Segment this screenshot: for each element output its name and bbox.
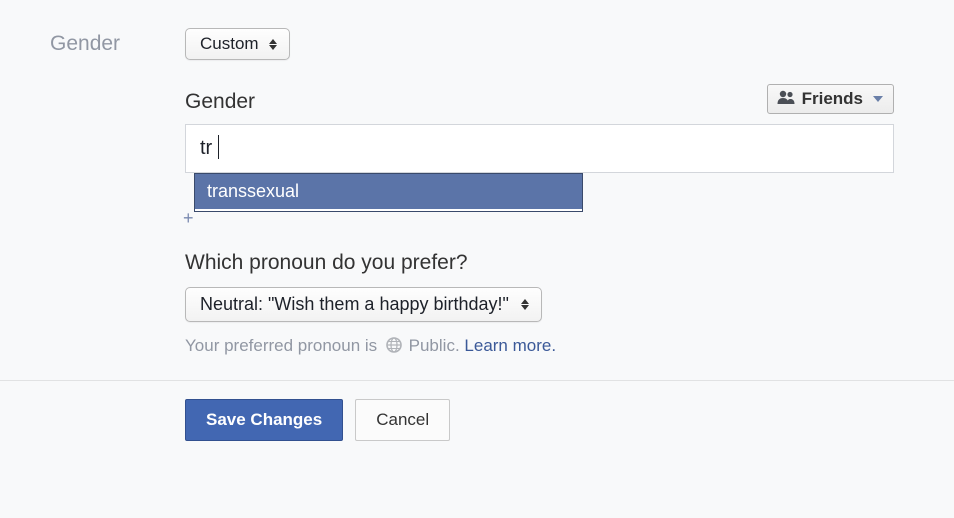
text-cursor (218, 135, 219, 159)
gender-field-label: Gender (185, 90, 255, 114)
pronoun-note-prefix: Your preferred pronoun is (185, 336, 377, 355)
pronoun-question: Which pronoun do you prefer? (185, 251, 924, 275)
plus-icon: + (183, 208, 194, 229)
learn-more-link[interactable]: Learn more. (464, 336, 556, 355)
autocomplete-dropdown: transsexual (194, 173, 583, 212)
privacy-label: Friends (802, 89, 863, 109)
gender-top-select-value: Custom (200, 34, 259, 54)
dropdown-triangle-icon (873, 96, 883, 102)
pronoun-note: Your preferred pronoun is Public. Learn … (185, 336, 924, 358)
pronoun-note-public: Public. (409, 336, 460, 355)
save-button[interactable]: Save Changes (185, 399, 343, 441)
pronoun-select[interactable]: Neutral: "Wish them a happy birthday!" (185, 287, 542, 322)
globe-icon (386, 337, 402, 358)
section-label: Gender (50, 28, 185, 358)
updown-arrows-icon (269, 39, 277, 50)
friends-icon (776, 89, 796, 109)
privacy-selector-button[interactable]: Friends (767, 84, 894, 114)
gender-input[interactable] (185, 124, 894, 173)
gender-top-select[interactable]: Custom (185, 28, 290, 60)
autocomplete-option[interactable]: transsexual (195, 174, 582, 211)
pronoun-select-value: Neutral: "Wish them a happy birthday!" (200, 294, 509, 315)
cancel-button[interactable]: Cancel (355, 399, 450, 441)
updown-arrows-icon (521, 299, 529, 310)
